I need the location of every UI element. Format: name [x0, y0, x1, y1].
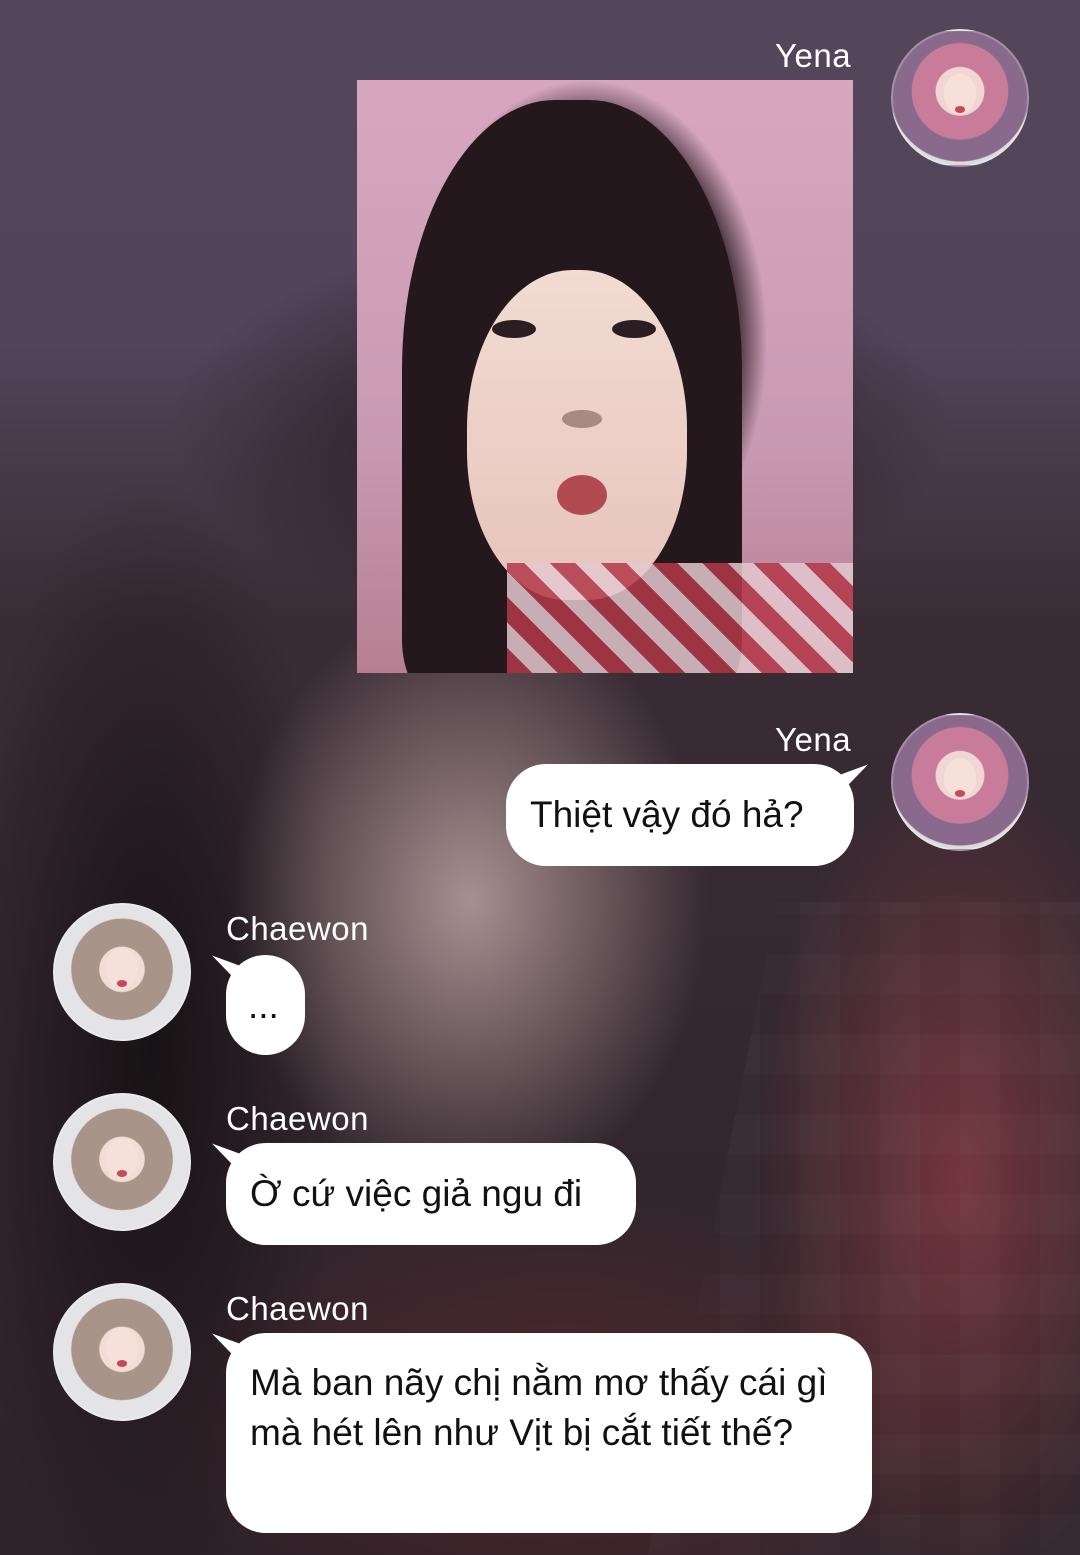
shared-image[interactable] — [357, 80, 853, 673]
yena-avatar[interactable] — [891, 713, 1029, 851]
chaewon-avatar[interactable] — [53, 1283, 191, 1421]
message-bubble[interactable]: ... — [226, 955, 305, 1055]
sender-name: Chaewon — [226, 910, 369, 947]
image-shirt — [507, 563, 853, 673]
yena-avatar[interactable] — [891, 29, 1029, 167]
message-text: ... — [248, 985, 279, 1026]
avatar-lip — [954, 790, 966, 797]
message-bubble[interactable]: Ờ cứ việc giả ngu đi — [226, 1143, 636, 1245]
chaewon-avatar[interactable] — [53, 1093, 191, 1231]
sender-name: Yena — [775, 37, 852, 74]
image-face — [467, 270, 687, 600]
message-bubble[interactable]: Thiệt vậy đó hả? — [506, 764, 854, 866]
avatar-lip — [116, 980, 128, 987]
image-nose — [562, 410, 602, 428]
chaewon-avatar[interactable] — [53, 903, 191, 1041]
message-text: Mà ban nãy chị nằm mơ thấy cái gì mà hét… — [250, 1362, 828, 1453]
image-mouth — [557, 475, 607, 515]
message-text: Ờ cứ việc giả ngu đi — [250, 1173, 583, 1214]
avatar-lip — [116, 1360, 128, 1367]
sender-name: Yena — [775, 721, 852, 758]
message-text: Thiệt vậy đó hả? — [530, 794, 804, 835]
sender-name: Chaewon — [226, 1100, 369, 1137]
sender-name: Chaewon — [226, 1290, 369, 1327]
avatar-lip — [116, 1170, 128, 1177]
image-eye-left — [492, 320, 536, 338]
avatar-lip — [954, 106, 966, 113]
message-bubble[interactable]: Mà ban nãy chị nằm mơ thấy cái gì mà hét… — [226, 1333, 872, 1533]
image-eye-right — [612, 320, 656, 338]
